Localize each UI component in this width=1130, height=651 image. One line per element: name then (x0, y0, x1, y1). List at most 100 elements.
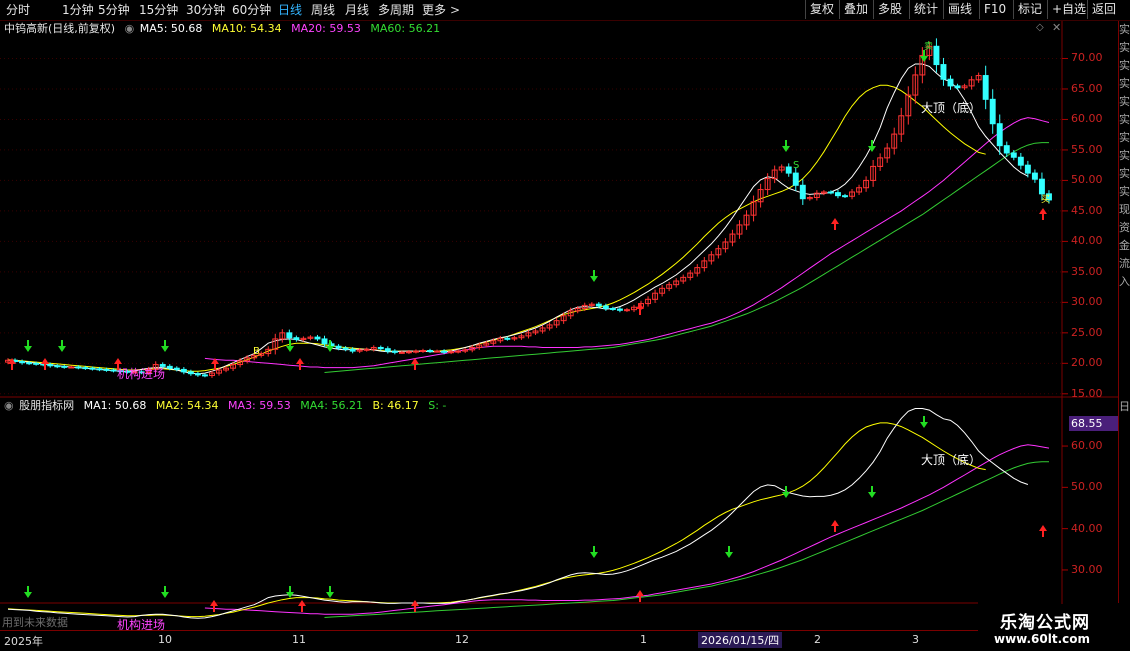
b-marker: B (253, 346, 260, 357)
main-axis-label: 35.00 (1071, 264, 1103, 278)
sell-arrow (868, 140, 876, 152)
period-tab-timeshare[interactable]: 分时 (6, 2, 30, 18)
main-axis-label: 15.00 (1071, 386, 1103, 400)
candle-body (750, 201, 757, 216)
ma2-value: MA2: 54.34 (155, 399, 219, 412)
period-tab-5min[interactable]: 5分钟 (98, 2, 130, 18)
candle-body (1003, 145, 1010, 154)
ma3-line (204, 444, 1050, 615)
side-strip-sub: 日 (1118, 398, 1130, 603)
candle-body (180, 368, 187, 373)
candle-body (729, 233, 736, 243)
mark-button[interactable]: 标记 (1013, 0, 1046, 19)
candle-body (602, 305, 609, 309)
candle-body (476, 344, 483, 348)
candle-body (173, 367, 180, 370)
main-axis-label: 70.00 (1071, 51, 1103, 65)
ma5-value: MA5: 50.68 (139, 22, 203, 35)
candle-body (279, 332, 286, 340)
sell-arrow (161, 340, 169, 352)
side-signal-strip: 实实实实实实实实实实现资金流入 (1118, 21, 1130, 398)
s-value: S: - (428, 399, 447, 412)
indicator-settings-icon[interactable]: ◉ (125, 22, 135, 35)
period-tab-weekly[interactable]: 周线 (311, 2, 335, 18)
candle-body (1024, 164, 1031, 174)
candle-body (764, 178, 771, 191)
diamond-icon[interactable]: ◇ (1036, 22, 1044, 33)
period-tab-15min[interactable]: 15分钟 (139, 2, 178, 18)
period-tab-monthly[interactable]: 月线 (345, 2, 369, 18)
candle-body (511, 337, 518, 340)
period-tab-more[interactable]: 更多 (422, 2, 446, 18)
candle-body (110, 369, 117, 372)
candle-body (216, 369, 222, 374)
candle-body (581, 304, 588, 309)
candle-body (504, 337, 511, 340)
candle-body (645, 298, 652, 305)
sub-axis-label: 30.00 (1071, 562, 1103, 576)
candle-body (856, 187, 863, 193)
sell-arrow (782, 486, 790, 498)
period-tab-30min[interactable]: 30分钟 (186, 2, 225, 18)
ma20-line (204, 117, 1050, 369)
candle-body (778, 166, 785, 171)
candle-body (405, 351, 412, 354)
candle-body (947, 78, 954, 87)
candle-body (849, 191, 855, 197)
date-label-jan: 1 (640, 633, 647, 646)
candle-body (722, 241, 729, 250)
main-chart-legend: 中钨高新(日线,前复权) ◉ MA5: 50.68 MA10: 54.34 MA… (4, 21, 446, 37)
back-button[interactable]: 返回 (1087, 0, 1120, 19)
ma4-value: MA4: 56.21 (300, 399, 363, 412)
main-axis-label: 45.00 (1071, 203, 1103, 217)
sub-axis-label: 50.00 (1071, 480, 1103, 494)
overlay-button[interactable]: 叠加 (839, 0, 872, 19)
add-watchlist-button[interactable]: +自选 (1047, 0, 1090, 19)
b-value: B: 46.17 (372, 399, 419, 412)
stock-title[interactable]: 中钨高新(日线,前复权) (4, 22, 115, 35)
candle-body (539, 327, 546, 332)
main-axis-label: 50.00 (1071, 173, 1103, 187)
buy-arrow (831, 218, 839, 230)
candle-body (300, 337, 307, 341)
candle-body (792, 172, 799, 186)
sub-settings-icon[interactable]: ◉ (4, 399, 14, 412)
candle-body (166, 365, 173, 369)
candle-body (877, 157, 884, 167)
candlesticks (5, 38, 1052, 378)
restore-rights-button[interactable]: 复权 (805, 0, 838, 19)
kline-chart-canvas[interactable] (0, 0, 1130, 650)
date-axis: 2025年 10 11 12 1 2026/01/15/四 2 3 (0, 630, 1062, 651)
candle-body (47, 364, 54, 367)
period-tab-60min[interactable]: 60分钟 (232, 2, 271, 18)
period-tab-daily[interactable]: 日线 (278, 2, 302, 18)
f10-button[interactable]: F10 (979, 0, 1010, 19)
date-label-mar: 3 (912, 633, 919, 646)
candle-body (898, 115, 905, 135)
multi-stock-button[interactable]: 多股 (873, 0, 906, 19)
candle-body (448, 351, 455, 354)
date-label-nov: 11 (292, 633, 306, 646)
ma1-value: MA1: 50.68 (83, 399, 147, 412)
candle-body (33, 362, 40, 365)
candle-body (1010, 152, 1017, 158)
candle-body (884, 147, 891, 159)
sell-arrow (920, 416, 928, 428)
ma20-value: MA20: 59.53 (291, 22, 361, 35)
buy-arrow (411, 358, 419, 370)
main-ma-lines (7, 63, 1050, 375)
top-signal-label-sub: 大顶（底） (921, 453, 982, 467)
period-tab-multi[interactable]: 多周期 (378, 2, 414, 18)
draw-line-button[interactable]: 画线 (943, 0, 976, 19)
more-chevron-icon[interactable]: > (450, 2, 460, 18)
period-tab-1min[interactable]: 1分钟 (62, 2, 94, 18)
close-icon[interactable]: ✕ (1052, 21, 1061, 34)
ma5-line (7, 63, 1029, 375)
candle-body (652, 292, 659, 300)
candle-body (286, 332, 293, 339)
indicator-name[interactable]: 股朋指标网 (19, 399, 74, 412)
candle-body (89, 367, 96, 370)
candle-body (588, 303, 595, 306)
statistics-button[interactable]: 统计 (909, 0, 942, 19)
current-value-tag: 68.55 (1069, 416, 1119, 431)
